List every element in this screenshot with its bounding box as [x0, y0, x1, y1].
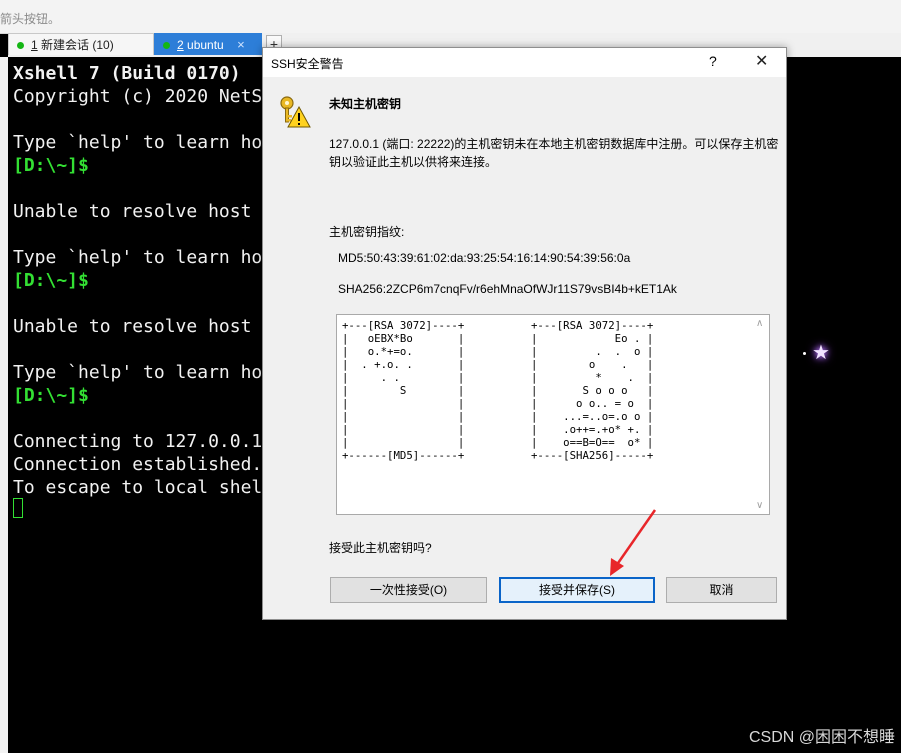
connected-status-icon	[17, 42, 24, 50]
terminal-prompt: [D:\~]$	[13, 270, 89, 291]
dialog-description: 127.0.0.1 (端口: 22222)的主机密钥未在本地主机密钥数据库中注册…	[329, 137, 779, 169]
terminal-line: Type `help' to learn ho	[13, 247, 263, 268]
randomart-scrollbar[interactable]: ∧ ∨	[752, 315, 769, 514]
md5-fingerprint: MD5:50:43:39:61:02:da:93:25:54:16:14:90:…	[338, 251, 631, 265]
accept-question: 接受此主机密钥吗?	[329, 541, 432, 555]
scroll-down-icon[interactable]: ∨	[756, 500, 763, 511]
terminal-line: Unable to resolve host	[13, 316, 252, 337]
cancel-button[interactable]: 取消	[666, 577, 777, 603]
dialog-body: 未知主机密钥 127.0.0.1 (端口: 22222)的主机密钥未在本地主机密…	[263, 77, 786, 619]
scroll-up-icon[interactable]: ∧	[756, 318, 763, 329]
terminal-prompt: [D:\~]$	[13, 385, 89, 406]
tab-session-2[interactable]: 2 ubuntu ×	[154, 33, 262, 55]
tab-label: ubuntu	[187, 38, 224, 52]
fingerprint-label: 主机密钥指纹:	[329, 225, 405, 239]
terminal-line: Connecting to 127.0.0.1	[13, 431, 263, 452]
terminal-line: Copyright (c) 2020 NetS	[13, 86, 263, 107]
dialog-titlebar[interactable]: SSH安全警告 ? ✕	[263, 48, 786, 77]
accept-and-save-button[interactable]: 接受并保存(S)	[499, 577, 655, 603]
randomart-box[interactable]: +---[RSA 3072]----+ | oEBX*Bo | | o.*+=o…	[336, 314, 770, 515]
top-strip: 箭头按钮。	[0, 0, 901, 34]
dialog-title: SSH安全警告	[271, 57, 344, 71]
tab-label: 新建会话 (10)	[41, 38, 114, 52]
accept-once-button[interactable]: 一次性接受(O)	[330, 577, 487, 603]
terminal-line: To escape to local shel	[13, 477, 263, 498]
connected-status-icon	[163, 42, 170, 50]
help-icon[interactable]: ?	[709, 53, 717, 69]
sha256-fingerprint: SHA256:2ZCP6m7cnqFv/r6ehMnaOfWJr11S79vsB…	[338, 282, 677, 296]
terminal-line: Type `help' to learn ho	[13, 362, 263, 383]
sparkle-star-icon: ★	[812, 342, 830, 364]
sha256-randomart: +---[RSA 3072]----+ | Eo . | | . . o | |…	[531, 319, 654, 462]
tab-number: 2	[177, 38, 184, 52]
terminal-line: Unable to resolve host	[13, 201, 252, 222]
terminal-cursor	[13, 498, 23, 518]
terminal-prompt: [D:\~]$	[13, 155, 89, 176]
tab-close-icon[interactable]: ×	[237, 37, 245, 52]
top-tip-text: 箭头按钮。	[0, 12, 61, 26]
terminal-line: Connection established.	[13, 454, 263, 475]
dialog-heading: 未知主机密钥	[329, 97, 402, 111]
close-icon[interactable]: ✕	[755, 51, 768, 71]
watermark: CSDN @困困不想睡	[748, 729, 895, 746]
terminal-line: Xshell 7 (Build 0170)	[13, 63, 241, 84]
key-warning-icon	[275, 93, 311, 134]
sparkle-dot	[803, 352, 806, 355]
tab-session-1[interactable]: 1 新建会话 (10)	[8, 33, 154, 55]
md5-randomart: +---[RSA 3072]----+ | oEBX*Bo | | o.*+=o…	[342, 319, 465, 462]
terminal-line: Type `help' to learn ho	[13, 132, 263, 153]
tab-number: 1	[31, 38, 38, 52]
ssh-security-dialog: SSH安全警告 ? ✕ 未知主机密钥 127.0.0.1 (端口: 22222)…	[262, 47, 787, 620]
